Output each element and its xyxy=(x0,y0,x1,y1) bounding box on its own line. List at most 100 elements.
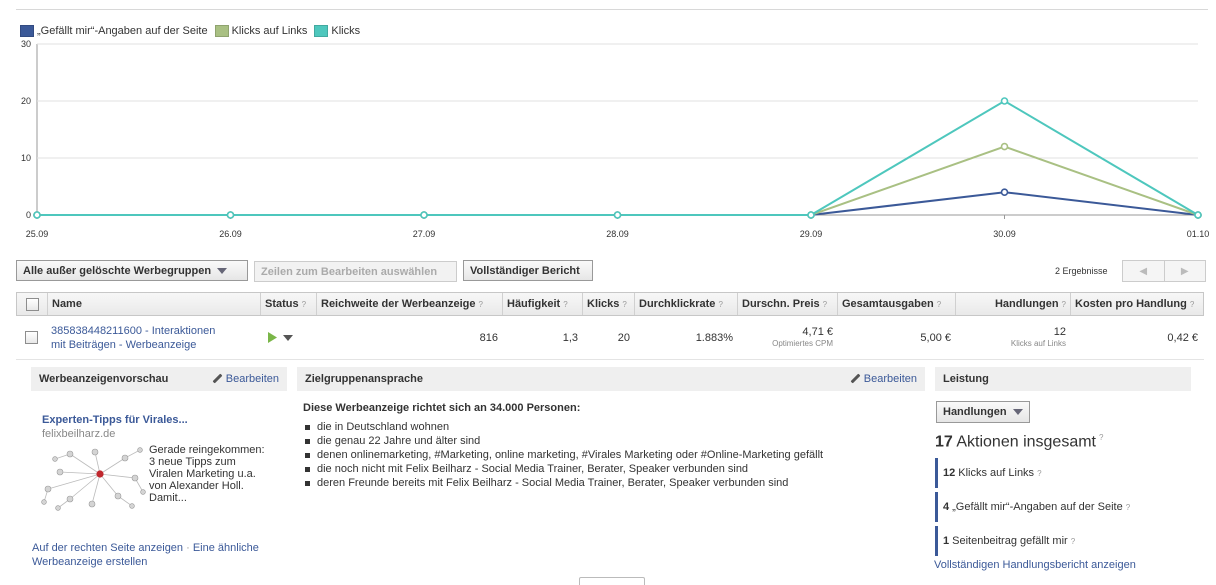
col-frequency[interactable]: Häufigkeit? xyxy=(503,293,583,315)
help-icon[interactable]: ? xyxy=(823,300,827,309)
full-actions-report-link[interactable]: Vollständigen Handlungsbericht anzeigen xyxy=(934,559,1136,571)
avg-price-subtext: Optimiertes CPM xyxy=(772,338,833,348)
clicks-cell: 20 xyxy=(617,331,630,344)
actions-cell: 12 Klicks auf Links xyxy=(955,316,1070,359)
y-tick-label: 20 xyxy=(21,96,31,106)
full-report-label: Vollständiger Bericht xyxy=(470,264,580,277)
col-actions[interactable]: Handlungen? xyxy=(956,293,1071,315)
ctr-cell: 1.883% xyxy=(695,331,733,344)
targeting-panel-title: Zielgruppenansprache xyxy=(305,373,423,385)
preview-panel-title: Werbeanzeigenvorschau xyxy=(39,373,169,385)
ad-preview-title[interactable]: Experten-Tipps für Virales... xyxy=(42,414,188,426)
list-item: deren Freunde bereits mit Felix Beilharz… xyxy=(305,476,823,490)
select-rows-label: Zeilen zum Bearbeiten auswählen xyxy=(261,265,438,278)
data-point xyxy=(613,211,622,219)
prev-page-button[interactable]: ◀ xyxy=(1123,261,1164,281)
actions-subtext: Klicks auf Links xyxy=(1010,338,1066,348)
line-chart: 0 10 20 30 25.09 26.09 27.09 28.09 29.09 30.09 01.… xyxy=(21,39,1210,239)
col-name[interactable]: Name xyxy=(48,293,261,315)
help-icon[interactable]: ? xyxy=(1037,469,1041,478)
avg-price-cell: 4,71 € Optimiertes CPM xyxy=(737,316,837,359)
action-bar-page-likes: 4 „Gefällt mir“-Angaben auf der Seite? xyxy=(935,492,1130,522)
col-avg-price[interactable]: Durschn. Preis? xyxy=(738,293,838,315)
help-icon[interactable]: ? xyxy=(563,300,567,309)
next-page-button[interactable]: ▶ xyxy=(1163,261,1206,281)
help-icon[interactable]: ? xyxy=(1071,537,1075,546)
link-separator: · xyxy=(186,542,190,554)
cost-per-action-cell: 0,42 € xyxy=(1167,331,1198,344)
ads-table: Name Status? Reichweite der Werbeanzeige… xyxy=(16,292,1204,360)
actions-value: 12 xyxy=(1053,325,1066,338)
col-spend[interactable]: Gesamtausgaben? xyxy=(838,293,956,315)
help-icon[interactable]: ? xyxy=(937,300,941,309)
performance-metric-dropdown[interactable]: Handlungen xyxy=(936,401,1030,423)
status-cell xyxy=(260,316,316,359)
preview-edit-link[interactable]: Bearbeiten xyxy=(212,373,279,385)
adgroup-filter-label: Alle außer gelöschte Werbegruppen xyxy=(23,264,212,277)
row-select-cell xyxy=(16,316,47,359)
help-icon[interactable]: ? xyxy=(1126,503,1130,512)
col-status[interactable]: Status? xyxy=(261,293,317,315)
y-tick-label: 10 xyxy=(21,153,31,163)
network-graph-image xyxy=(41,447,146,511)
action-bar-link-clicks: 12 Klicks auf Links? xyxy=(935,458,1119,488)
help-icon[interactable]: ? xyxy=(718,300,722,309)
y-tick-label: 30 xyxy=(21,39,31,49)
col-cost-per-action[interactable]: Kosten pro Handlung? xyxy=(1071,293,1203,315)
table-row: 385838448211600 - Interaktionen mit Beit… xyxy=(16,316,1204,360)
list-item: die genau 22 Jahre und älter sind xyxy=(305,434,823,448)
col-reach[interactable]: Reichweite der Werbeanzeige? xyxy=(317,293,503,315)
ad-name-link[interactable]: 385838448211600 - Interaktionen xyxy=(51,324,215,338)
adgroup-filter-dropdown[interactable]: Alle außer gelöschte Werbegruppen xyxy=(16,260,248,281)
x-tick-label: 25.09 xyxy=(26,229,49,239)
data-point xyxy=(1000,188,1009,196)
total-actions-label: Aktionen insgesamt xyxy=(956,433,1096,451)
data-point xyxy=(420,211,428,219)
table-header: Name Status? Reichweite der Werbeanzeige… xyxy=(16,292,1204,316)
ad-preview-url: felixbeilharz.de xyxy=(42,428,116,440)
reach-cell: 816 xyxy=(479,331,498,344)
series-line xyxy=(37,145,1199,216)
preview-links: Auf der rechten Seite anzeigen · Eine äh… xyxy=(32,541,282,569)
results-count: 2 Ergebnisse xyxy=(1055,266,1108,276)
col-ctr[interactable]: Durchklickrate? xyxy=(635,293,738,315)
x-tick-label: 28.09 xyxy=(606,229,629,239)
pagination: ◀ ▶ xyxy=(1122,260,1206,282)
x-tick-label: 01.10 xyxy=(1187,229,1210,239)
data-point xyxy=(226,211,235,219)
help-icon[interactable]: ? xyxy=(622,300,626,309)
chevron-down-icon xyxy=(1012,409,1023,415)
x-tick-label: 29.09 xyxy=(800,229,823,239)
ad-name-link-line2[interactable]: mit Beiträgen - Werbeanzeige xyxy=(51,338,196,352)
targeting-panel-header: Zielgruppenansprache Bearbeiten xyxy=(297,367,925,391)
data-point xyxy=(1000,142,1009,151)
avg-price-value: 4,71 € xyxy=(802,325,833,338)
select-rows-button[interactable]: Zeilen zum Bearbeiten auswählen xyxy=(254,261,457,282)
performance-metric-label: Handlungen xyxy=(943,406,1007,418)
pencil-icon xyxy=(212,374,222,384)
play-icon[interactable] xyxy=(268,332,277,343)
frequency-cell: 1,3 xyxy=(562,331,578,344)
performance-panel-title: Leistung xyxy=(943,373,989,385)
x-tick-label: 27.09 xyxy=(413,229,436,239)
bottom-tab[interactable] xyxy=(579,577,645,585)
help-icon[interactable]: ? xyxy=(302,300,306,309)
targeting-headline: Diese Werbeanzeige richtet sich an 34.00… xyxy=(303,402,581,414)
select-all-checkbox[interactable] xyxy=(25,297,39,311)
help-icon[interactable]: ? xyxy=(1099,433,1103,442)
targeting-edit-link[interactable]: Bearbeiten xyxy=(850,373,917,385)
data-point xyxy=(1194,211,1202,219)
chevron-down-icon[interactable] xyxy=(283,334,293,341)
data-point xyxy=(1000,97,1009,105)
ad-preview-text: Gerade reingekommen: 3 neue Tipps zum Vi… xyxy=(149,444,265,504)
ad-name-cell: 385838448211600 - Interaktionen mit Beit… xyxy=(47,316,260,359)
full-report-button[interactable]: Vollständiger Bericht xyxy=(463,260,593,281)
show-right-side-link[interactable]: Auf der rechten Seite anzeigen xyxy=(32,542,183,554)
targeting-list: die in Deutschland wohnen die genau 22 J… xyxy=(305,420,823,490)
help-icon[interactable]: ? xyxy=(1190,300,1194,309)
x-tick-label: 26.09 xyxy=(219,229,242,239)
col-clicks[interactable]: Klicks? xyxy=(583,293,635,315)
help-icon[interactable]: ? xyxy=(478,300,482,309)
row-checkbox[interactable] xyxy=(25,331,38,344)
help-icon[interactable]: ? xyxy=(1062,300,1066,309)
